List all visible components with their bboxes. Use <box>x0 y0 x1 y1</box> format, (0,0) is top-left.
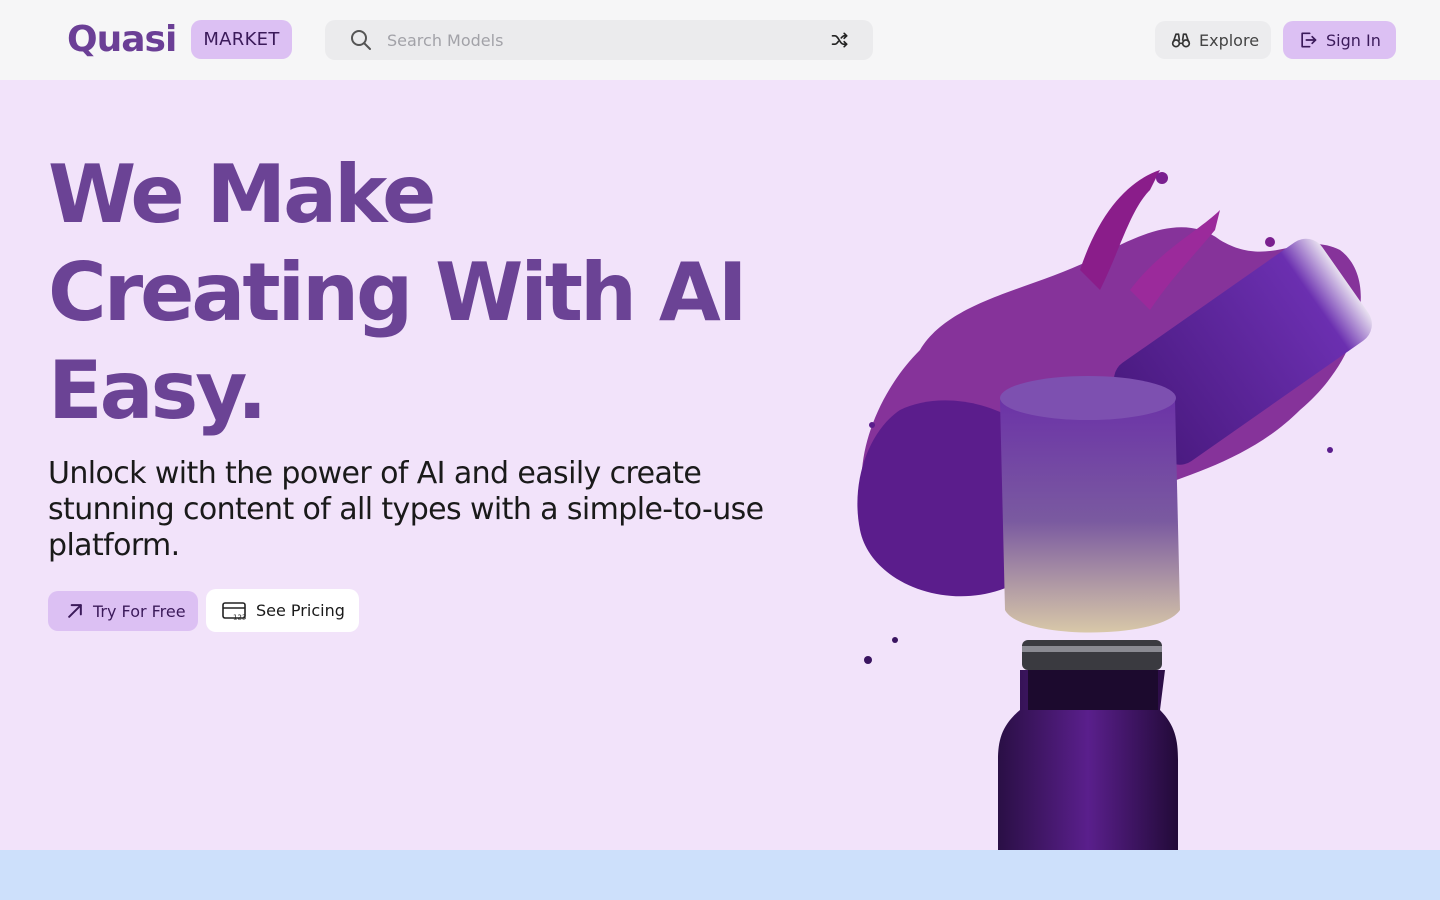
logo[interactable]: Quasi <box>67 16 177 64</box>
svg-text:123: 123 <box>233 613 246 621</box>
see-pricing-button[interactable]: 123 See Pricing <box>206 589 359 632</box>
sign-in-button[interactable]: Sign In <box>1283 21 1396 59</box>
explore-label: Explore <box>1199 30 1260 50</box>
try-for-free-button[interactable]: Try For Free <box>48 591 198 631</box>
hero-subtitle: Unlock with the power of AI and easily c… <box>48 456 764 563</box>
search-bar <box>325 20 873 60</box>
paint-brush-illustration <box>857 170 1372 850</box>
credit-card-icon: 123 <box>222 601 246 621</box>
arrow-up-right-icon <box>68 604 82 618</box>
hero-title-line-3: Easy. <box>48 344 267 437</box>
hero-title-line-2: Creating With AI <box>48 246 748 339</box>
binoculars-icon <box>1171 33 1191 48</box>
market-badge[interactable]: MARKET <box>191 20 292 59</box>
try-for-free-label: Try For Free <box>93 601 186 621</box>
shuffle-icon[interactable] <box>830 30 850 50</box>
search-input[interactable] <box>387 20 817 60</box>
see-pricing-label: See Pricing <box>256 601 345 620</box>
hero-title-line-1: We Make <box>48 148 436 241</box>
search-icon <box>351 30 371 50</box>
next-section-band <box>0 850 1440 900</box>
sign-in-icon <box>1301 32 1317 48</box>
sign-in-label: Sign In <box>1326 30 1381 50</box>
explore-button[interactable]: Explore <box>1155 21 1271 59</box>
top-navbar: Quasi MARKET Explore Sign In <box>0 0 1440 80</box>
hero-title: We Make Creating With AI Easy. <box>48 146 848 440</box>
